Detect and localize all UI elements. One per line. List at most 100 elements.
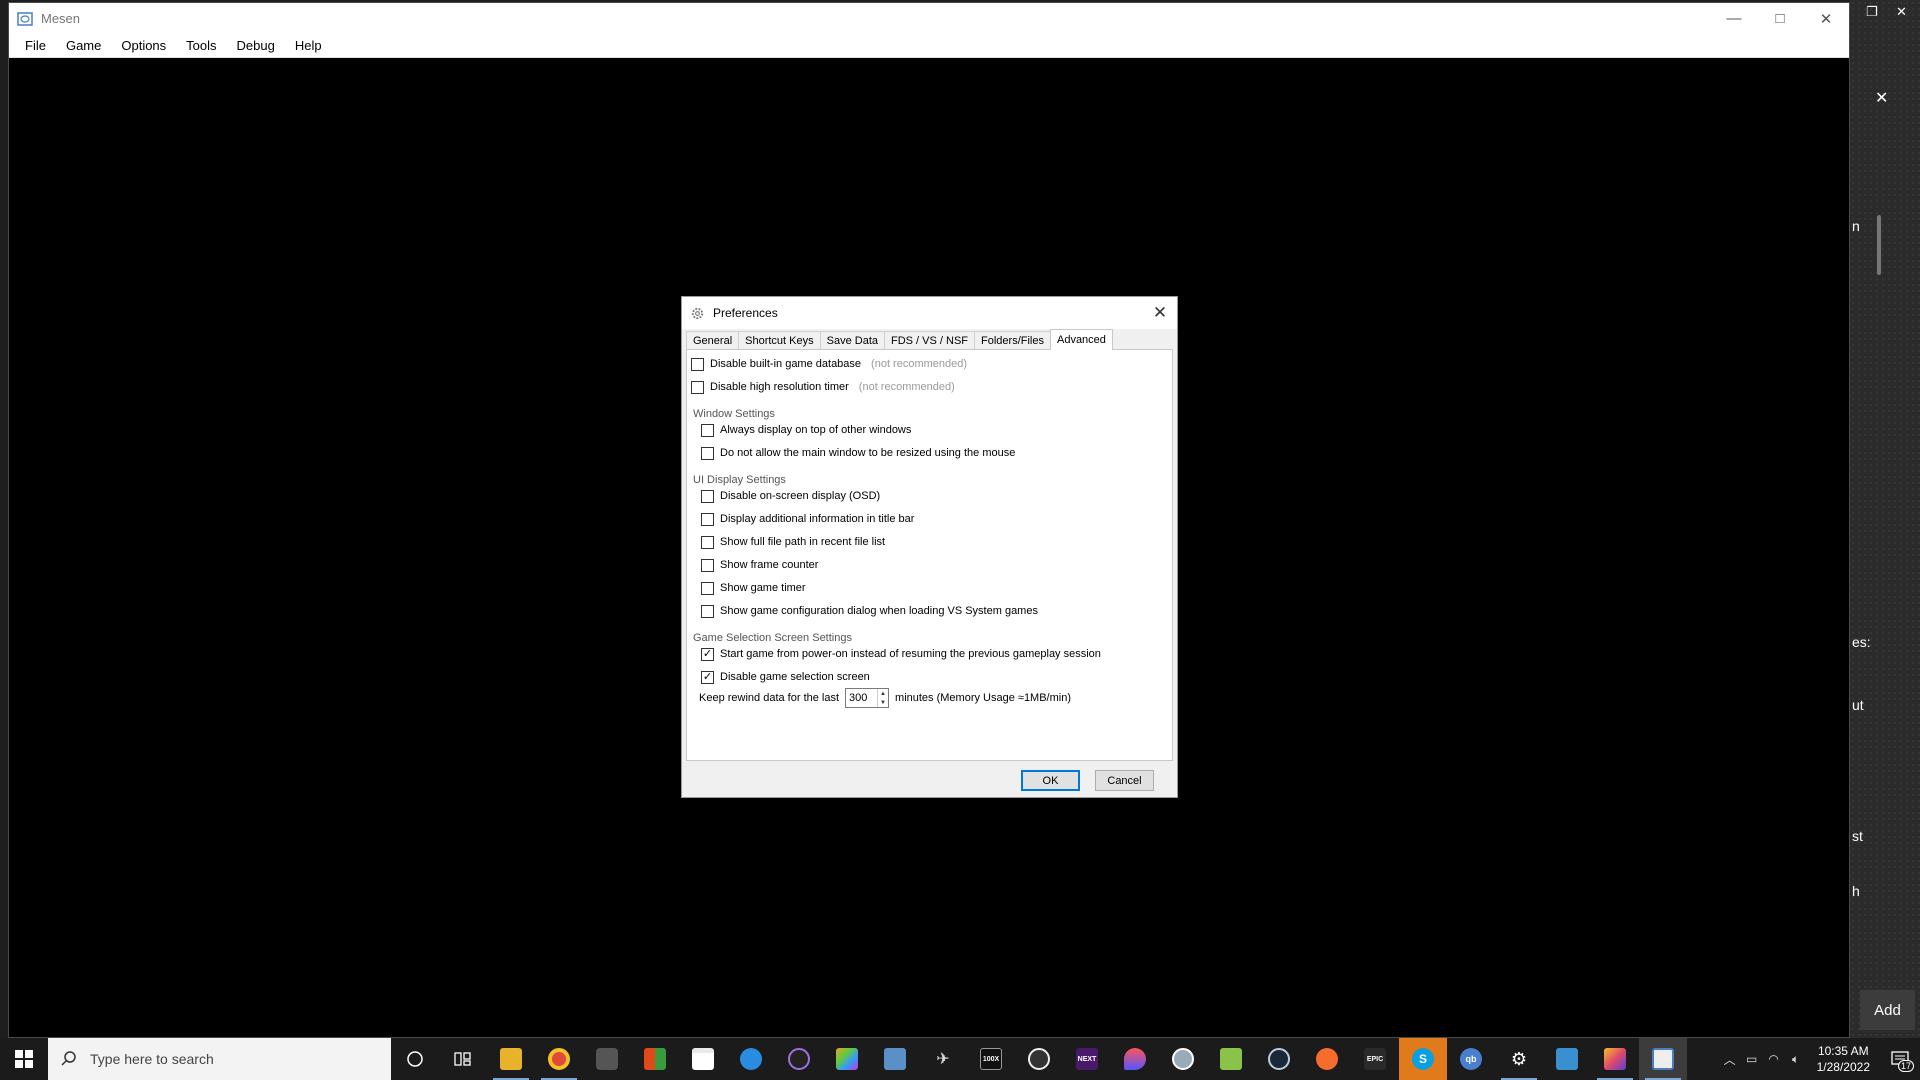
cancel-button[interactable]: Cancel (1095, 770, 1154, 791)
option-full-file-path[interactable]: Show full file path in recent file list (701, 534, 885, 550)
option-always-on-top[interactable]: Always display on top of other windows (701, 422, 911, 438)
option-vs-config-dialog[interactable]: Show game configuration dialog when load… (701, 603, 1038, 619)
panel-close-icon[interactable]: ✕ (1875, 88, 1888, 108)
option-disable-game-selection[interactable]: ✓ Disable game selection screen (701, 669, 870, 685)
wifi-icon[interactable]: ◠ (1763, 1052, 1785, 1066)
menu-debug[interactable]: Debug (227, 38, 285, 53)
cube-app-icon[interactable] (1591, 1038, 1639, 1080)
paint-icon[interactable] (823, 1038, 871, 1080)
dialog-close-button[interactable]: ✕ (1143, 297, 1177, 329)
file-explorer-icon[interactable] (487, 1038, 535, 1080)
option-title-bar-info[interactable]: Display additional information in title … (701, 511, 914, 527)
task-view-icon[interactable] (439, 1038, 487, 1080)
checkbox-checked[interactable]: ✓ (701, 670, 714, 684)
checkbox[interactable] (701, 446, 714, 460)
option-disable-resize[interactable]: Do not allow the main window to be resiz… (701, 445, 1015, 461)
qbittorrent-icon[interactable]: qb (1447, 1038, 1495, 1080)
option-disable-osd[interactable]: Disable on-screen display (OSD) (701, 488, 880, 504)
media-player-icon[interactable] (775, 1038, 823, 1080)
option-disable-game-database[interactable]: Disable built-in game database (not reco… (691, 356, 967, 372)
settings-gear-icon[interactable]: ⚙ (1495, 1038, 1543, 1080)
restore-icon[interactable]: ❐ (1866, 4, 1878, 20)
option-frame-counter[interactable]: Show frame counter (701, 557, 818, 573)
rewind-minutes-value[interactable]: 300 (846, 692, 867, 704)
chevron-down-icon[interactable]: ▼ (880, 700, 886, 706)
cortana-icon[interactable] (391, 1038, 439, 1080)
drop-app-icon[interactable] (1111, 1038, 1159, 1080)
messenger-icon[interactable] (727, 1038, 775, 1080)
green-app-icon[interactable] (1207, 1038, 1255, 1080)
tab-folders-files[interactable]: Folders/Files (974, 331, 1051, 350)
taskbar-clock[interactable]: 10:35 AM 1/28/2022 (1807, 1043, 1880, 1075)
ok-button[interactable]: OK (1021, 770, 1080, 791)
mesen-taskbar-icon[interactable] (1639, 1038, 1687, 1080)
preferences-dialog: Preferences ✕ General Shortcut Keys Save… (681, 296, 1178, 798)
checkbox-checked[interactable]: ✓ (701, 647, 714, 661)
tab-fds-vs-nsf[interactable]: FDS / VS / NSF (884, 331, 976, 350)
window-settings-label: Window Settings (693, 408, 775, 420)
option-label: Show frame counter (720, 559, 819, 571)
option-disable-high-res-timer[interactable]: Disable high resolution timer (not recom… (691, 379, 955, 395)
notification-center-button[interactable]: 17 (1880, 1038, 1920, 1080)
rewind-minutes-stepper[interactable]: 300 ▲ ▼ (845, 688, 890, 708)
checkbox[interactable] (691, 357, 704, 371)
panel-scrollbar[interactable] (1877, 215, 1881, 275)
taskbar-search-box[interactable]: Type here to search (48, 1038, 391, 1080)
tab-strip: General Shortcut Keys Save Data FDS / VS… (686, 329, 1113, 350)
menu-help[interactable]: Help (285, 38, 332, 53)
next-app-icon[interactable]: NEXT (1063, 1038, 1111, 1080)
checkbox[interactable] (701, 512, 714, 526)
box-app-icon[interactable] (1543, 1038, 1591, 1080)
option-start-from-power-on[interactable]: ✓ Start game from power-on instead of re… (701, 646, 1101, 662)
close-button[interactable]: ✕ (1803, 3, 1849, 34)
steam-icon[interactable] (1255, 1038, 1303, 1080)
ui-display-settings-label: UI Display Settings (693, 474, 786, 486)
checkbox[interactable] (691, 380, 704, 394)
checkbox[interactable] (701, 558, 714, 572)
search-icon (61, 1051, 76, 1066)
option-game-timer[interactable]: Show game timer (701, 580, 806, 596)
office-icon[interactable] (631, 1038, 679, 1080)
minimize-button[interactable]: — (1711, 3, 1757, 34)
tab-save-data[interactable]: Save Data (819, 331, 885, 350)
option-label: Disable high resolution timer (710, 381, 849, 393)
epic-games-icon[interactable]: EPIC (1351, 1038, 1399, 1080)
chevron-up-icon[interactable]: ▲ (880, 691, 886, 697)
chrome-icon[interactable] (535, 1038, 583, 1080)
start-button[interactable] (0, 1038, 48, 1080)
title-bar: Mesen — □ ✕ (9, 3, 1849, 34)
close-icon[interactable]: ✕ (1896, 4, 1907, 20)
option-label: Start game from power-on instead of resu… (720, 648, 1101, 660)
stepper-arrows[interactable]: ▲ ▼ (877, 689, 888, 707)
100x-app-icon[interactable]: 100X (967, 1038, 1015, 1080)
menu-options[interactable]: Options (111, 38, 176, 53)
plane-app-icon[interactable]: ✈ (919, 1038, 967, 1080)
checkbox[interactable] (701, 581, 714, 595)
circle-app-icon[interactable] (1159, 1038, 1207, 1080)
skype-icon[interactable]: S (1399, 1038, 1447, 1080)
checkbox[interactable] (701, 535, 714, 549)
add-button[interactable]: Add (1860, 990, 1915, 1030)
option-label: Disable built-in game database (710, 358, 862, 370)
menu-file[interactable]: File (15, 38, 56, 53)
panel-text-fragment: es: (1852, 634, 1871, 650)
obs-icon[interactable] (1015, 1038, 1063, 1080)
checkbox[interactable] (701, 423, 714, 437)
menu-game[interactable]: Game (56, 38, 111, 53)
calculator-icon[interactable] (871, 1038, 919, 1080)
dialog-title: Preferences (713, 306, 778, 320)
tab-advanced[interactable]: Advanced (1049, 329, 1113, 350)
tab-shortcut-keys[interactable]: Shortcut Keys (738, 331, 821, 350)
meet-now-icon[interactable]: ▭ (1741, 1052, 1763, 1066)
menu-tools[interactable]: Tools (176, 38, 226, 53)
maximize-button[interactable]: □ (1757, 3, 1803, 34)
store-icon[interactable] (679, 1038, 727, 1080)
unity-icon[interactable] (583, 1038, 631, 1080)
checkbox[interactable] (701, 604, 714, 618)
option-note: (not recommended) (871, 358, 968, 370)
tab-general[interactable]: General (686, 331, 740, 350)
volume-icon[interactable]: 🔈︎ (1785, 1052, 1807, 1067)
chevron-up-icon[interactable]: ︿ (1719, 1051, 1741, 1068)
origin-icon[interactable] (1303, 1038, 1351, 1080)
checkbox[interactable] (701, 489, 714, 503)
